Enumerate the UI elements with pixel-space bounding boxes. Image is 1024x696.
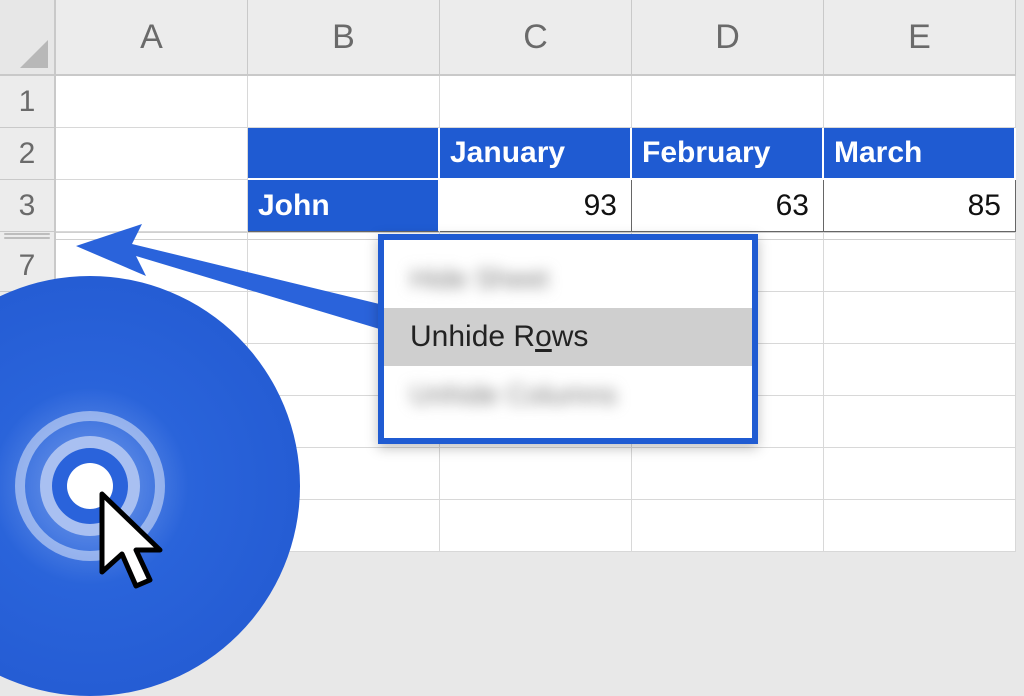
select-all-corner[interactable] <box>0 0 56 76</box>
cell-d-blank3[interactable] <box>632 448 824 500</box>
cell-a1[interactable] <box>56 76 248 128</box>
menu-item-label: Unhide Rows <box>410 320 588 354</box>
grid-row-3: John 93 63 85 <box>56 180 1016 232</box>
menu-item-hide-sheet[interactable]: Hide Sheet <box>384 250 752 308</box>
menu-label-suffix: ws <box>552 320 589 353</box>
cell-d3-value[interactable]: 63 <box>632 180 824 232</box>
cell-a3[interactable] <box>56 180 248 232</box>
cell-c-blank4[interactable] <box>440 500 632 552</box>
cell-c3-value[interactable]: 93 <box>440 180 632 232</box>
col-head-b[interactable]: B <box>248 0 440 76</box>
cell-e1[interactable] <box>824 76 1016 128</box>
cell-e-blank3[interactable] <box>824 448 1016 500</box>
cell-e-blank[interactable] <box>824 344 1016 396</box>
cell-d1[interactable] <box>632 76 824 128</box>
cell-c2-header-jan[interactable]: January <box>440 128 632 180</box>
menu-label-prefix: Unhide R <box>410 320 535 353</box>
cell-e3-value[interactable]: 85 <box>824 180 1016 232</box>
column-headers: A B C D E <box>56 0 1016 76</box>
cell-e-blank4[interactable] <box>824 500 1016 552</box>
cell-e-blank2[interactable] <box>824 396 1016 448</box>
row-head-2[interactable]: 2 <box>0 128 56 180</box>
context-menu: Hide Sheet Unhide Rows Unhide Columns <box>378 234 758 444</box>
cell-c1[interactable] <box>440 76 632 128</box>
col-head-e[interactable]: E <box>824 0 1016 76</box>
grid-row-1 <box>56 76 1016 128</box>
menu-item-unhide-columns[interactable]: Unhide Columns <box>384 366 752 424</box>
cell-b2-header-blank[interactable] <box>248 128 440 180</box>
cell-b1[interactable] <box>248 76 440 128</box>
cell-b3-name[interactable]: John <box>248 180 440 232</box>
menu-item-unhide-rows[interactable]: Unhide Rows <box>384 308 752 366</box>
gap-e <box>824 232 1016 240</box>
gap-a <box>56 232 248 240</box>
spreadsheet-viewport: A B C D E 1 2 3 7 8 . . . . January Febr… <box>0 0 1024 576</box>
row-head-1[interactable]: 1 <box>0 76 56 128</box>
cell-d2-header-feb[interactable]: February <box>632 128 824 180</box>
row-head-3[interactable]: 3 <box>0 180 56 232</box>
col-head-a[interactable]: A <box>56 0 248 76</box>
cursor-icon <box>90 486 210 606</box>
grid-row-2: January February March <box>56 128 1016 180</box>
col-head-d[interactable]: D <box>632 0 824 76</box>
col-head-c[interactable]: C <box>440 0 632 76</box>
cell-e7[interactable] <box>824 240 1016 292</box>
hidden-rows-indicator[interactable] <box>0 232 56 240</box>
menu-label-underline: o <box>535 320 552 353</box>
cell-d-blank4[interactable] <box>632 500 824 552</box>
cell-e8[interactable] <box>824 292 1016 344</box>
cell-c-blank3[interactable] <box>440 448 632 500</box>
cell-e2-header-mar[interactable]: March <box>824 128 1016 180</box>
select-all-triangle-icon <box>20 40 48 68</box>
cell-a2[interactable] <box>56 128 248 180</box>
